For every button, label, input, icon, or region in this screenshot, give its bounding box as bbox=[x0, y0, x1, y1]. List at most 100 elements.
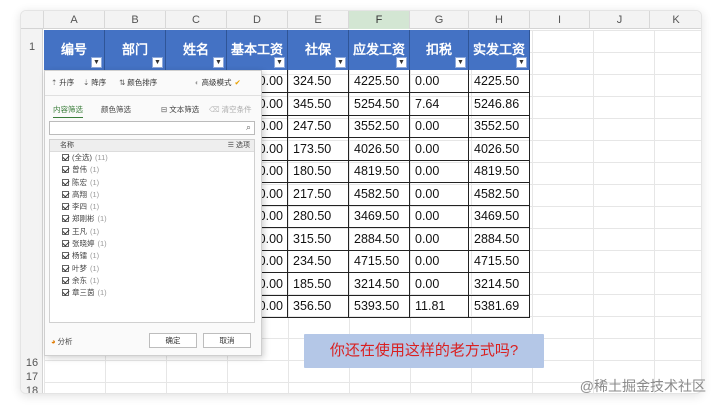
header-cell-gross[interactable]: 应发工资 ▼ bbox=[349, 30, 410, 70]
header-cell-tax[interactable]: 扣税 ▼ bbox=[410, 30, 469, 70]
filter-dropdown-icon[interactable]: ▼ bbox=[396, 57, 407, 68]
table-cell[interactable]: 4819.50 bbox=[469, 160, 530, 183]
clear-conditions-button[interactable]: ⌫ 清空条件 bbox=[209, 104, 252, 115]
column-header-b[interactable]: B bbox=[105, 11, 166, 29]
column-header-k[interactable]: K bbox=[650, 11, 701, 29]
text-filter-button[interactable]: ⊟ 文本筛选 bbox=[161, 104, 199, 115]
table-cell[interactable]: 356.50 bbox=[288, 295, 349, 318]
header-cell-name[interactable]: 姓名 ▼ bbox=[166, 30, 227, 70]
table-cell[interactable]: 4225.50 bbox=[469, 70, 530, 93]
table-cell[interactable]: 5246.86 bbox=[469, 92, 530, 116]
filter-search-input[interactable]: ⌕ bbox=[49, 121, 255, 135]
row-header-1[interactable]: 1 bbox=[21, 41, 43, 53]
table-cell[interactable]: 0.00 bbox=[410, 137, 469, 161]
filter-value-list[interactable]: 名称 ☰ 选项 (全选) (11) 曾伟 (1) 陈宏 (1) 高翔 (1) 李四 (1) 郑刚彬 (1… bbox=[49, 139, 255, 323]
search-icon[interactable]: ⌕ bbox=[246, 122, 251, 133]
table-cell[interactable]: 234.50 bbox=[288, 250, 349, 273]
column-header-j[interactable]: J bbox=[590, 11, 650, 29]
table-cell[interactable]: 5393.50 bbox=[349, 295, 410, 318]
ok-button[interactable]: 确定 bbox=[149, 333, 197, 348]
row-header-17[interactable]: 17 bbox=[21, 371, 43, 383]
column-header-c[interactable]: C bbox=[166, 11, 227, 29]
table-cell[interactable]: 185.50 bbox=[288, 272, 349, 296]
tab-content-filter[interactable]: 内容筛选 bbox=[53, 104, 83, 118]
checkbox-checked-icon[interactable] bbox=[62, 190, 69, 198]
table-cell[interactable]: 0.00 bbox=[410, 272, 469, 296]
filter-dropdown-icon[interactable]: ▼ bbox=[335, 57, 346, 68]
table-cell[interactable]: 324.50 bbox=[288, 70, 349, 93]
table-cell[interactable]: 4819.50 bbox=[349, 160, 410, 183]
table-cell[interactable]: 4715.50 bbox=[349, 250, 410, 273]
cancel-button[interactable]: 取消 bbox=[203, 333, 251, 348]
checkbox-checked-icon[interactable] bbox=[62, 166, 69, 174]
checkbox-checked-icon[interactable] bbox=[62, 264, 69, 272]
column-header-f[interactable]: F bbox=[349, 11, 410, 29]
sort-by-color-button[interactable]: ⇅ 颜色排序 bbox=[119, 77, 157, 89]
table-cell[interactable]: 0.00 bbox=[410, 205, 469, 228]
table-cell[interactable]: 0.00 bbox=[410, 70, 469, 93]
filter-list-item[interactable]: 章三茵 (1) bbox=[50, 287, 254, 299]
table-cell[interactable]: 315.50 bbox=[288, 227, 349, 251]
table-cell[interactable]: 3214.50 bbox=[469, 272, 530, 296]
header-cell-dept[interactable]: 部门 ▼ bbox=[105, 30, 166, 70]
filter-list-item[interactable]: 高翔 (1) bbox=[50, 189, 254, 201]
table-cell[interactable]: 4582.50 bbox=[469, 182, 530, 206]
filter-list-item[interactable]: 王凡 (1) bbox=[50, 226, 254, 238]
analyze-button[interactable]: ◕ 分析 bbox=[51, 336, 73, 347]
tab-color-filter[interactable]: 颜色筛选 bbox=[101, 104, 131, 115]
filter-list-item[interactable]: 郑刚彬 (1) bbox=[50, 213, 254, 225]
filter-list-item[interactable]: 余东 (1) bbox=[50, 275, 254, 287]
table-cell[interactable]: 4026.50 bbox=[349, 137, 410, 161]
filter-list-item[interactable]: (全选) (11) bbox=[50, 152, 254, 164]
table-cell[interactable]: 0.00 bbox=[410, 115, 469, 138]
table-cell[interactable]: 3552.50 bbox=[469, 115, 530, 138]
table-cell[interactable]: 2884.50 bbox=[349, 227, 410, 251]
row-header-16[interactable]: 16 bbox=[21, 357, 43, 369]
checkbox-checked-icon[interactable] bbox=[62, 240, 69, 248]
table-cell[interactable]: 180.50 bbox=[288, 160, 349, 183]
table-cell[interactable]: 2884.50 bbox=[469, 227, 530, 251]
select-all-corner[interactable] bbox=[21, 11, 44, 29]
table-cell[interactable]: 247.50 bbox=[288, 115, 349, 138]
checkbox-checked-icon[interactable] bbox=[62, 276, 69, 284]
row-header-18[interactable]: 18 bbox=[21, 385, 43, 393]
options-button[interactable]: ☰ 选项 bbox=[228, 140, 250, 152]
column-header-e[interactable]: E bbox=[288, 11, 349, 29]
filter-dropdown-icon[interactable]: ▼ bbox=[455, 57, 466, 68]
table-cell[interactable]: 4026.50 bbox=[469, 137, 530, 161]
filter-dropdown-icon[interactable]: ▼ bbox=[274, 57, 285, 68]
checkbox-checked-icon[interactable] bbox=[62, 203, 69, 211]
filter-list-item[interactable]: 陈宏 (1) bbox=[50, 177, 254, 189]
table-cell[interactable]: 0.00 bbox=[410, 160, 469, 183]
table-cell[interactable]: 0.00 bbox=[410, 250, 469, 273]
table-cell[interactable]: 345.50 bbox=[288, 92, 349, 116]
table-cell[interactable]: 0.00 bbox=[410, 182, 469, 206]
table-cell[interactable]: 3469.50 bbox=[349, 205, 410, 228]
filter-list-item[interactable]: 杨镭 (1) bbox=[50, 250, 254, 262]
column-header-i[interactable]: I bbox=[530, 11, 590, 29]
filter-dropdown-icon[interactable]: ▼ bbox=[516, 57, 527, 68]
table-cell[interactable]: 280.50 bbox=[288, 205, 349, 228]
table-cell[interactable]: 5254.50 bbox=[349, 92, 410, 116]
checkbox-checked-icon[interactable] bbox=[62, 289, 69, 297]
filter-list-item[interactable]: 叶梦 (1) bbox=[50, 263, 254, 275]
filter-dropdown-icon[interactable]: ▼ bbox=[91, 57, 102, 68]
table-cell[interactable]: 7.64 bbox=[410, 92, 469, 116]
header-cell-id[interactable]: 编号 ▼ bbox=[44, 30, 105, 70]
table-cell[interactable]: 3552.50 bbox=[349, 115, 410, 138]
table-cell[interactable]: 5381.69 bbox=[469, 295, 530, 318]
checkbox-checked-icon[interactable] bbox=[62, 178, 69, 186]
table-cell[interactable]: 217.50 bbox=[288, 182, 349, 206]
checkbox-checked-icon[interactable] bbox=[62, 215, 69, 223]
table-cell[interactable]: 4225.50 bbox=[349, 70, 410, 93]
checkbox-checked-icon[interactable] bbox=[62, 227, 69, 235]
table-cell[interactable]: 173.50 bbox=[288, 137, 349, 161]
checkbox-checked-icon[interactable] bbox=[62, 252, 69, 260]
table-cell[interactable]: 11.81 bbox=[410, 295, 469, 318]
filter-dropdown-icon[interactable]: ▼ bbox=[152, 57, 163, 68]
advanced-mode-toggle[interactable]: ◐ 高级模式 ✔ bbox=[195, 77, 241, 89]
sort-ascending-button[interactable]: ⇡ 升序 bbox=[51, 77, 74, 89]
header-cell-basic[interactable]: 基本工资 ▼ bbox=[227, 30, 288, 70]
table-cell[interactable]: 3214.50 bbox=[349, 272, 410, 296]
column-header-h[interactable]: H bbox=[469, 11, 530, 29]
